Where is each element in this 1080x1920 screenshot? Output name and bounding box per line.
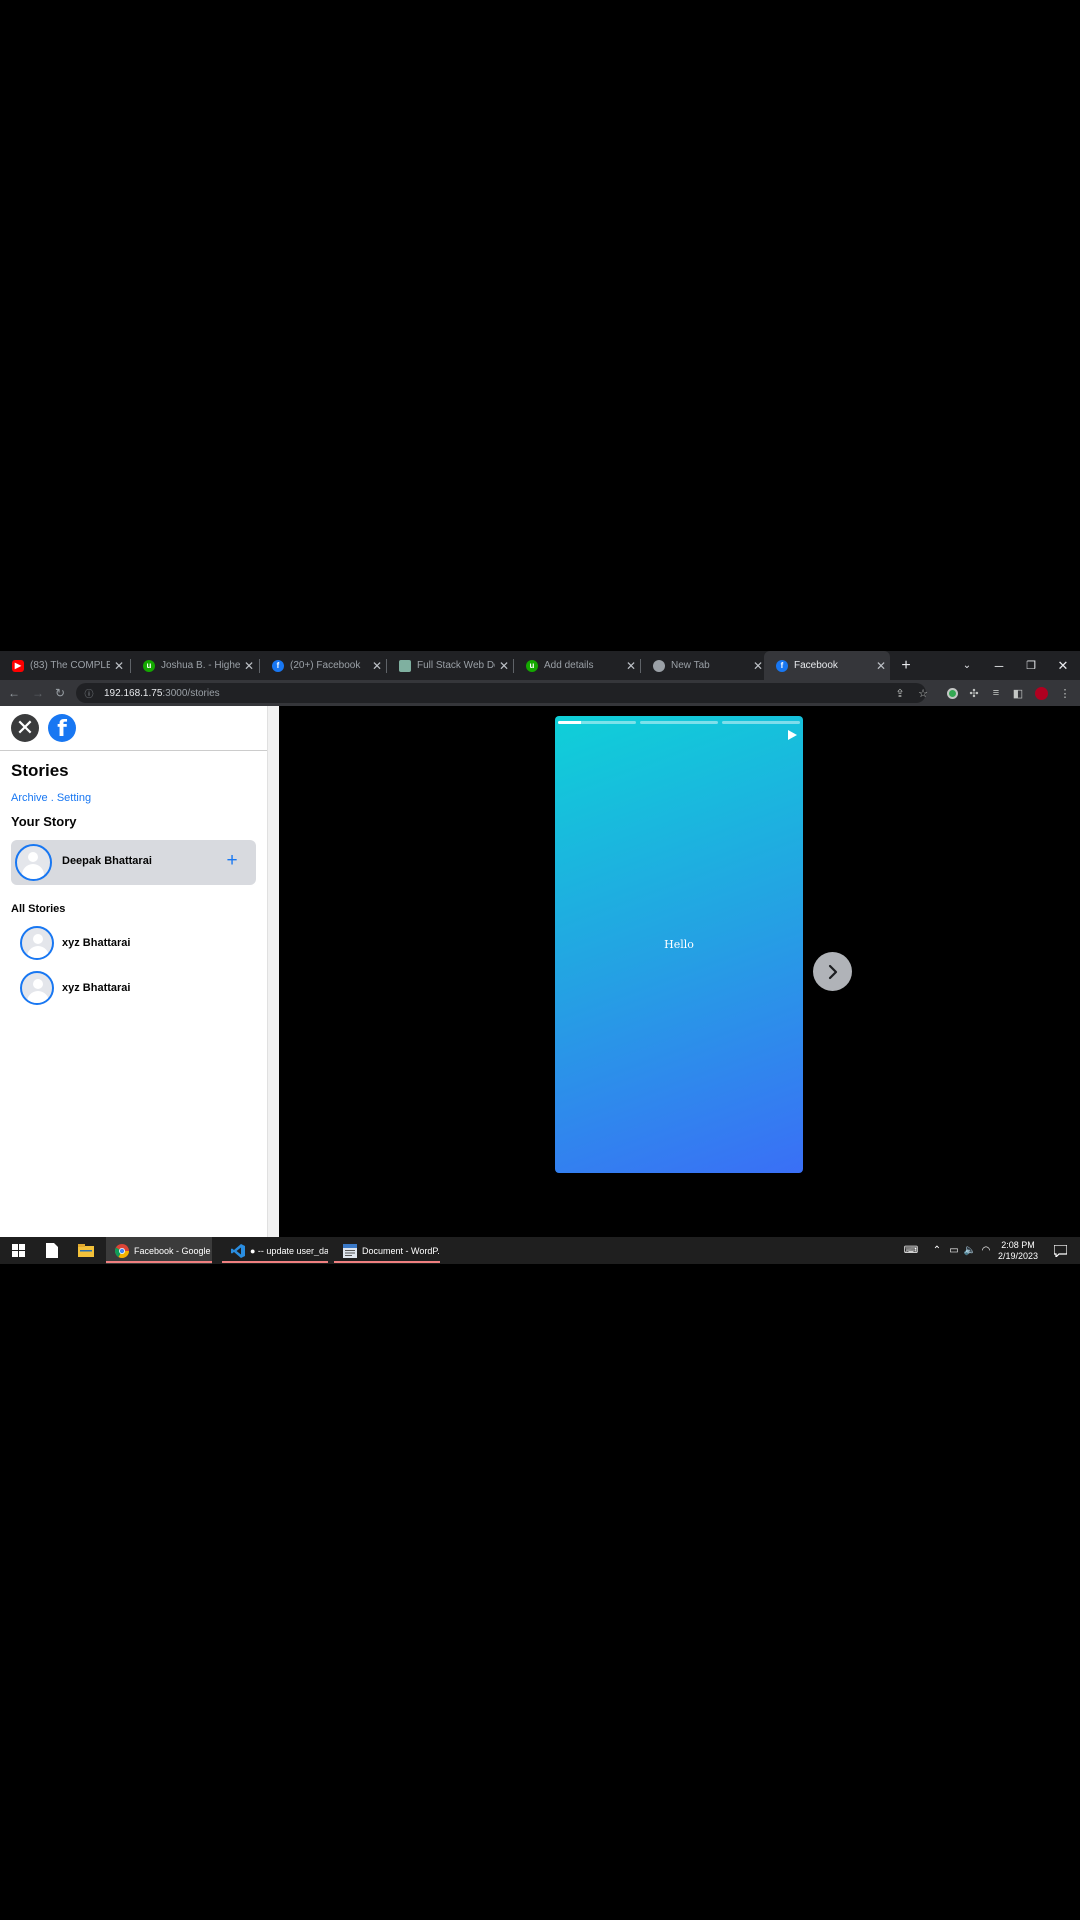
chevron-right-icon (828, 964, 837, 979)
add-story-plus-icon[interactable]: + (221, 850, 243, 872)
story-user-name: xyz Bhattarai (62, 982, 131, 994)
stories-sidebar: ✕ f Stories Archive . Setting Your Story… (0, 706, 267, 1237)
story-progress-bar (722, 721, 800, 724)
windows-start-icon[interactable] (4, 1237, 32, 1264)
browser-tab[interactable]: New Tab ✕ (641, 651, 767, 680)
upwork-icon: u (143, 659, 155, 672)
forward-arrow-icon[interactable]: → (29, 684, 47, 702)
sidebar-scrollbar[interactable] (267, 706, 279, 1237)
windows-taskbar: Facebook - Google ... ● -- update user_d… (0, 1237, 1080, 1264)
puzzle-icon[interactable]: ✣ (965, 684, 983, 702)
close-tab-icon[interactable]: ✕ (110, 659, 128, 673)
url-text: 192.168.1.75:3000/stories (104, 687, 220, 699)
new-tab-button[interactable]: + (890, 651, 922, 680)
extension-icon[interactable] (943, 684, 961, 702)
avatar (20, 971, 54, 1005)
wordpad-icon (342, 1243, 358, 1259)
taskbar-app-wordpad[interactable]: Document - WordP... (334, 1237, 440, 1264)
browser-toolbar: ← → ↻ ⓘ 192.168.1.75:3000/stories ⇪ ☆ ✣ … (0, 680, 1080, 706)
reading-list-icon[interactable]: ≡ (987, 684, 1005, 702)
screen: ▶ (83) The COMPLETE ... ✕ u Joshua B. - … (0, 651, 1080, 1264)
story-list-item[interactable]: xyz Bhattarai (20, 926, 250, 960)
browser-tab[interactable]: ▶ (83) The COMPLETE ... ✕ (0, 651, 128, 680)
story-list-item[interactable]: xyz Bhattarai (20, 971, 250, 1005)
close-window-button[interactable]: ✕ (1047, 651, 1079, 680)
app-underline (334, 1261, 440, 1263)
restore-button[interactable]: ❐ (1015, 651, 1047, 680)
app-underline (222, 1261, 328, 1263)
file-icon[interactable] (38, 1237, 66, 1264)
address-bar[interactable]: ⓘ 192.168.1.75:3000/stories (76, 683, 926, 703)
chevron-up-icon[interactable]: ⌃ (929, 1237, 945, 1264)
chrome-icon (114, 1243, 130, 1259)
browser-tab[interactable]: Full Stack Web Devel... ✕ (387, 651, 513, 680)
browser-tab[interactable]: u Add details ✕ (514, 651, 640, 680)
clock[interactable]: 2:08 PM 2/19/2023 (990, 1240, 1046, 1262)
browser-tab-strip: ▶ (83) The COMPLETE ... ✕ u Joshua B. - … (0, 651, 1080, 680)
close-tab-icon[interactable]: ✕ (240, 659, 258, 673)
battery-icon[interactable]: ▭ (946, 1237, 962, 1264)
story-text: Hello (664, 938, 694, 951)
close-icon[interactable]: ✕ (11, 714, 39, 742)
archive-setting-links[interactable]: Archive . Setting (11, 792, 91, 804)
story-progress-bar (558, 721, 636, 724)
clock-date: 2/19/2023 (997, 1251, 1039, 1261)
facebook-icon: f (272, 659, 284, 672)
play-icon[interactable] (786, 729, 798, 741)
minimize-button[interactable]: ─ (983, 651, 1015, 680)
reload-icon[interactable]: ↻ (51, 684, 69, 702)
speaker-icon[interactable]: 🔈 (962, 1237, 978, 1264)
story-progress-bar (640, 721, 718, 724)
my-story-card[interactable]: Deepak Bhattarai + (11, 840, 256, 885)
browser-tab[interactable]: f (20+) Facebook ✕ (260, 651, 386, 680)
page-icon (399, 659, 411, 672)
page-title: Stories (11, 761, 69, 780)
page-content: ✕ f Stories Archive . Setting Your Story… (0, 706, 1080, 1237)
facebook-logo-icon[interactable]: f (48, 714, 76, 742)
browser-tab[interactable]: u Joshua B. - Highest R... ✕ (131, 651, 258, 680)
close-tab-icon[interactable]: ✕ (368, 659, 386, 673)
share-icon[interactable]: ⇪ (891, 684, 909, 702)
taskbar-app-vscode[interactable]: ● -- update user_da... (222, 1237, 328, 1264)
profile-avatar[interactable] (1032, 684, 1050, 702)
menu-dots-icon[interactable]: ⋮ (1056, 684, 1074, 702)
avatar (20, 926, 54, 960)
vscode-icon (230, 1243, 246, 1259)
bookmark-star-icon[interactable]: ☆ (914, 684, 932, 702)
back-arrow-icon[interactable]: ← (5, 684, 23, 702)
keyboard-icon[interactable]: ⌨ (901, 1237, 921, 1264)
side-panel-icon[interactable]: ◧ (1009, 684, 1027, 702)
all-stories-heading: All Stories (11, 903, 66, 915)
upwork-icon: u (526, 659, 538, 672)
info-icon[interactable]: ⓘ (82, 687, 96, 700)
close-tab-icon[interactable]: ✕ (622, 659, 640, 673)
clock-time: 2:08 PM (1001, 1240, 1035, 1250)
my-story-name: Deepak Bhattarai (62, 855, 152, 867)
story-progress-bars (558, 721, 800, 724)
divider (0, 750, 267, 751)
story-card[interactable]: Hello (555, 716, 803, 1173)
tab-search-chevron-icon[interactable]: ⌄ (951, 651, 983, 680)
youtube-icon: ▶ (12, 659, 24, 672)
next-story-button[interactable] (813, 952, 852, 991)
facebook-icon: f (776, 659, 788, 672)
browser-tab-active[interactable]: f Facebook ✕ (764, 651, 890, 680)
app-underline (106, 1261, 212, 1263)
your-story-heading: Your Story (11, 814, 77, 829)
close-tab-icon[interactable]: ✕ (872, 659, 890, 673)
chrome-icon (653, 659, 665, 672)
avatar (15, 844, 52, 881)
notification-icon[interactable] (1050, 1237, 1070, 1264)
story-user-name: xyz Bhattarai (62, 937, 131, 949)
close-tab-icon[interactable]: ✕ (495, 659, 513, 673)
taskbar-app-chrome[interactable]: Facebook - Google ... (106, 1237, 212, 1264)
file-explorer-icon[interactable] (72, 1237, 100, 1264)
